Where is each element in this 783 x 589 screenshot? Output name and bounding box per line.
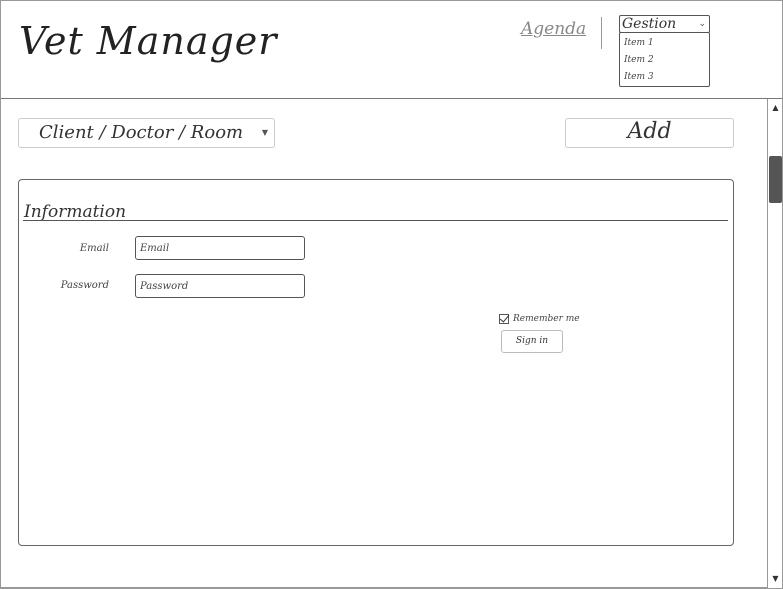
menu-item-3[interactable]: Item 3 <box>622 69 709 86</box>
app-window: Vet Manager Agenda Gestion ⌄ Item 1 Item… <box>0 0 783 589</box>
remember-me-checkbox[interactable] <box>499 314 509 324</box>
nav-separator <box>601 17 602 49</box>
password-field[interactable] <box>135 274 305 298</box>
information-panel: Information Email Password Remember me S… <box>18 179 734 546</box>
header: Vet Manager Agenda Gestion ⌄ Item 1 Item… <box>1 1 782 99</box>
nav-dropdown-gestion[interactable]: Gestion ⌄ <box>619 15 710 33</box>
remember-me-row: Remember me <box>499 312 580 326</box>
email-field[interactable] <box>135 236 305 260</box>
add-button[interactable]: Add <box>565 118 734 148</box>
chevron-down-icon: ⌄ <box>698 19 706 29</box>
menu-item-1[interactable]: Item 1 <box>622 35 709 52</box>
menu-item-2[interactable]: Item 2 <box>622 52 709 69</box>
panel-title: Information <box>24 202 127 222</box>
entity-type-select-value: Client / Doctor / Room <box>39 122 244 143</box>
email-label: Email <box>79 243 109 254</box>
chevron-down-icon: ▼ <box>261 128 268 137</box>
nav-link-agenda[interactable]: Agenda <box>521 19 586 39</box>
bottom-border <box>1 587 767 588</box>
sign-in-button[interactable]: Sign in <box>501 330 563 353</box>
vertical-scrollbar[interactable]: ▲ ▼ <box>767 99 782 588</box>
panel-divider <box>23 220 728 221</box>
scroll-thumb[interactable] <box>769 156 782 203</box>
app-title: Vet Manager <box>19 19 278 63</box>
arrow-up-icon[interactable]: ▲ <box>768 101 782 115</box>
password-label: Password <box>60 280 109 291</box>
arrow-down-icon[interactable]: ▼ <box>768 572 782 586</box>
entity-type-select[interactable]: Client / Doctor / Room ▼ <box>18 118 275 148</box>
gestion-menu: Item 1 Item 2 Item 3 <box>619 32 710 87</box>
nav-dropdown-gestion-label: Gestion <box>622 16 677 32</box>
remember-me-label: Remember me <box>513 314 580 324</box>
